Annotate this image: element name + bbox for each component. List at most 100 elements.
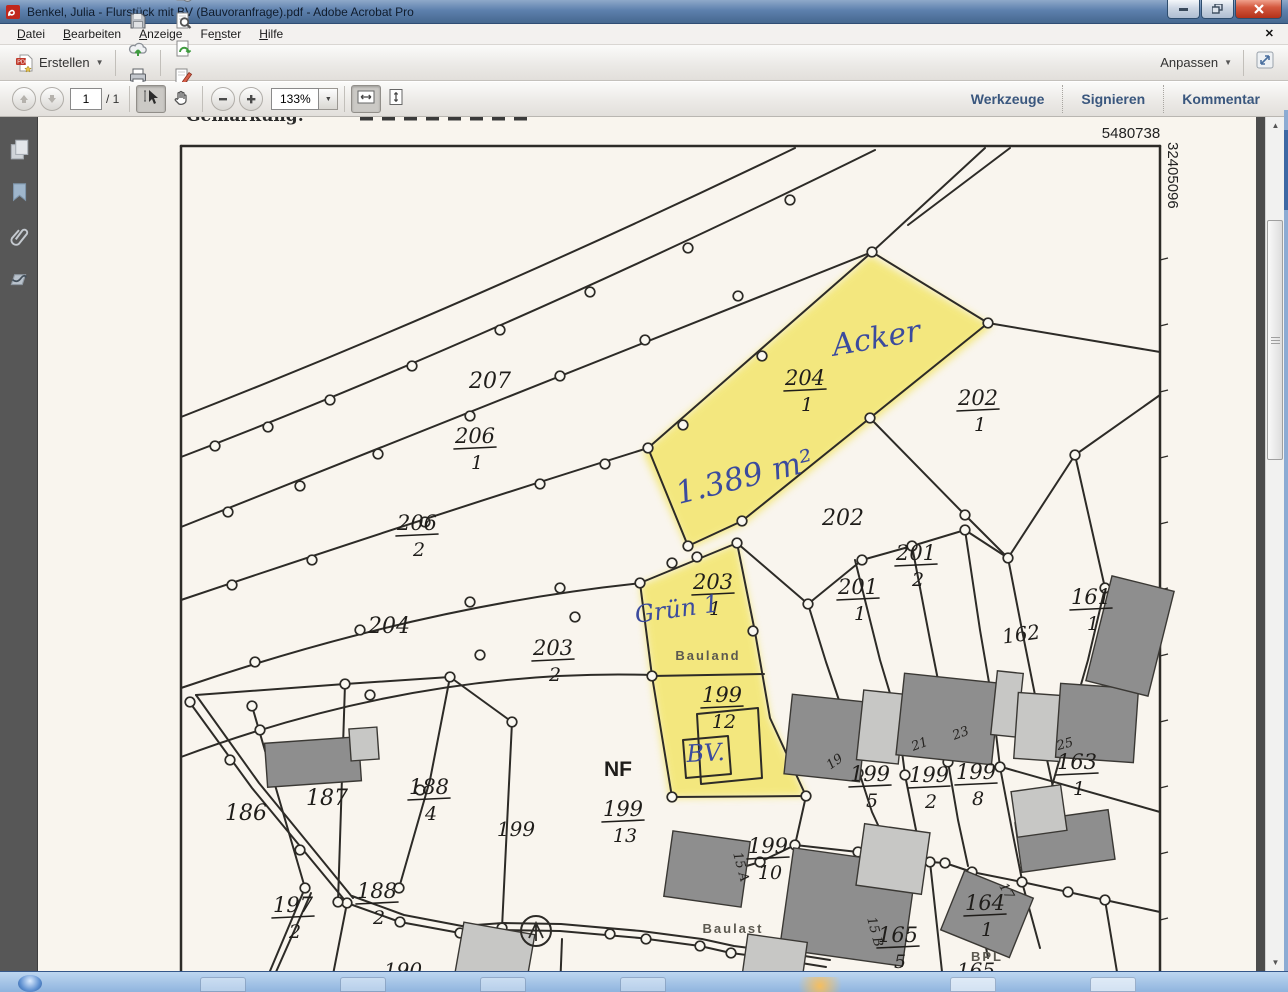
svg-text:204: 204 [784, 366, 825, 390]
zoom-dropdown-button[interactable]: ▼ [319, 88, 338, 110]
close-document-button[interactable]: ✕ [1265, 27, 1274, 40]
close-button[interactable] [1235, 0, 1282, 19]
svg-text:13: 13 [613, 825, 637, 847]
taskbar-item[interactable] [950, 977, 996, 992]
svg-text:2: 2 [288, 921, 301, 943]
scroll-up-button[interactable]: ▲ [1266, 117, 1285, 134]
fit-width-button[interactable] [351, 85, 381, 113]
navigation-toolbar: / 1 133% ▼ [0, 82, 1288, 117]
svg-text:199: 199 [603, 797, 643, 821]
parcel-label: 204 [367, 614, 410, 639]
windows-taskbar[interactable] [0, 971, 1288, 992]
expand-panel-button[interactable] [1250, 49, 1280, 77]
menu-item-datei[interactable]: Datei [8, 25, 54, 43]
svg-text:188: 188 [357, 879, 397, 903]
search-document-icon [172, 10, 194, 32]
page-number-input[interactable] [70, 88, 102, 110]
svg-text:161: 161 [1071, 585, 1111, 609]
hand-icon [172, 88, 190, 111]
parcel-label: 187 [306, 786, 348, 811]
taskbar-item[interactable] [340, 977, 386, 992]
window-border-right [1284, 110, 1288, 971]
signatures-panel-button[interactable] [7, 266, 31, 290]
taskbar-item[interactable] [1090, 977, 1136, 992]
next-page-button[interactable] [40, 87, 64, 111]
taskbar-item[interactable] [200, 977, 246, 992]
parcel-label: 207 [468, 369, 511, 394]
previous-page-button[interactable] [12, 87, 36, 111]
minimize-button[interactable] [1167, 0, 1200, 19]
taskbar-item[interactable] [790, 977, 850, 992]
menu-item-bearbeiten[interactable]: Bearbeiten [54, 25, 130, 43]
search-document-button[interactable] [167, 7, 199, 35]
svg-text:201: 201 [837, 575, 878, 599]
vertical-scrollbar[interactable]: ▲ ▼ [1265, 117, 1284, 971]
svg-text:202: 202 [957, 386, 998, 410]
taskbar-item[interactable] [620, 977, 666, 992]
svg-text:2: 2 [548, 664, 561, 686]
zoom-in-button[interactable] [239, 87, 263, 111]
building-footprint [896, 673, 1000, 765]
page-thumbnails-panel-button[interactable] [7, 137, 31, 161]
start-orb-icon[interactable] [18, 975, 42, 992]
window-title: Benkel, Julia - Flurstück mit BV (Bauvor… [27, 5, 414, 19]
svg-text:206: 206 [396, 511, 437, 535]
svg-text:8: 8 [972, 788, 984, 810]
chevron-down-icon: ▼ [1224, 58, 1232, 67]
hand-tool-button[interactable] [166, 85, 196, 113]
open-button[interactable] [122, 0, 154, 7]
werkzeuge-button[interactable]: Werkzeuge [953, 85, 1063, 113]
cadastral-map: Gemarkung:548073832405096207204202199186… [38, 117, 1256, 971]
fit-page-button[interactable] [381, 85, 411, 113]
select-tool-button[interactable] [136, 85, 166, 113]
menu-item-fenster[interactable]: Fenster [191, 25, 250, 43]
menu-item-hilfe[interactable]: Hilfe [250, 25, 292, 43]
bookmarks-icon [7, 180, 31, 204]
cloud-upload-icon [127, 38, 149, 60]
restore-button[interactable] [1201, 0, 1234, 19]
svg-text:2: 2 [412, 539, 425, 561]
svg-text:1: 1 [471, 452, 483, 474]
fit-width-icon [356, 88, 376, 111]
main-toolbar: PDF Erstellen ▼ TAAT Anpassen ▼ [0, 45, 1288, 81]
svg-text:2: 2 [372, 907, 385, 929]
delete-pages-button[interactable] [167, 0, 199, 7]
parcel-label: 202 [821, 506, 864, 531]
export-page-button[interactable] [167, 35, 199, 63]
select-cursor-icon [142, 88, 160, 111]
scrollbar-thumb[interactable] [1267, 220, 1283, 460]
zoom-out-button[interactable] [211, 87, 235, 111]
svg-text:12: 12 [712, 711, 736, 733]
svg-text:199: 199 [956, 760, 996, 784]
anpassen-button[interactable]: Anpassen ▼ [1151, 49, 1237, 77]
svg-text:1: 1 [974, 414, 986, 436]
svg-text:1: 1 [981, 919, 993, 941]
save-button[interactable] [122, 7, 154, 35]
attachments-panel-button[interactable] [7, 223, 31, 247]
scroll-down-button[interactable]: ▼ [1266, 954, 1285, 971]
svg-text:2: 2 [911, 569, 924, 591]
signieren-button[interactable]: Signieren [1062, 85, 1163, 113]
cloud-upload-button[interactable] [122, 35, 154, 63]
landuse-label: Bauland [675, 648, 740, 663]
acrobat-logo-icon [5, 4, 21, 20]
landuse-label: Baulast [703, 921, 764, 936]
svg-text:1: 1 [801, 394, 813, 416]
svg-text:5: 5 [894, 951, 906, 971]
zoom-level-input[interactable]: 133% [271, 88, 319, 110]
taskbar-item[interactable] [480, 977, 526, 992]
attachments-icon [7, 223, 31, 247]
kommentar-button[interactable]: Kommentar [1163, 85, 1278, 113]
bookmarks-panel-button[interactable] [7, 180, 31, 204]
parcel-label: 186 [225, 801, 267, 826]
building-footprint [856, 824, 930, 895]
svg-text:199: 199 [909, 763, 949, 787]
expand-arrows-icon [1256, 51, 1274, 74]
svg-text:PDF: PDF [17, 59, 29, 65]
export-page-icon [172, 38, 194, 60]
erstellen-button[interactable]: PDF Erstellen ▼ [8, 49, 109, 77]
signatures-icon [7, 266, 31, 290]
document-page[interactable]: Gemarkung:548073832405096207204202199186… [38, 117, 1256, 971]
open-icon [127, 0, 149, 4]
building-footprint [349, 727, 379, 761]
